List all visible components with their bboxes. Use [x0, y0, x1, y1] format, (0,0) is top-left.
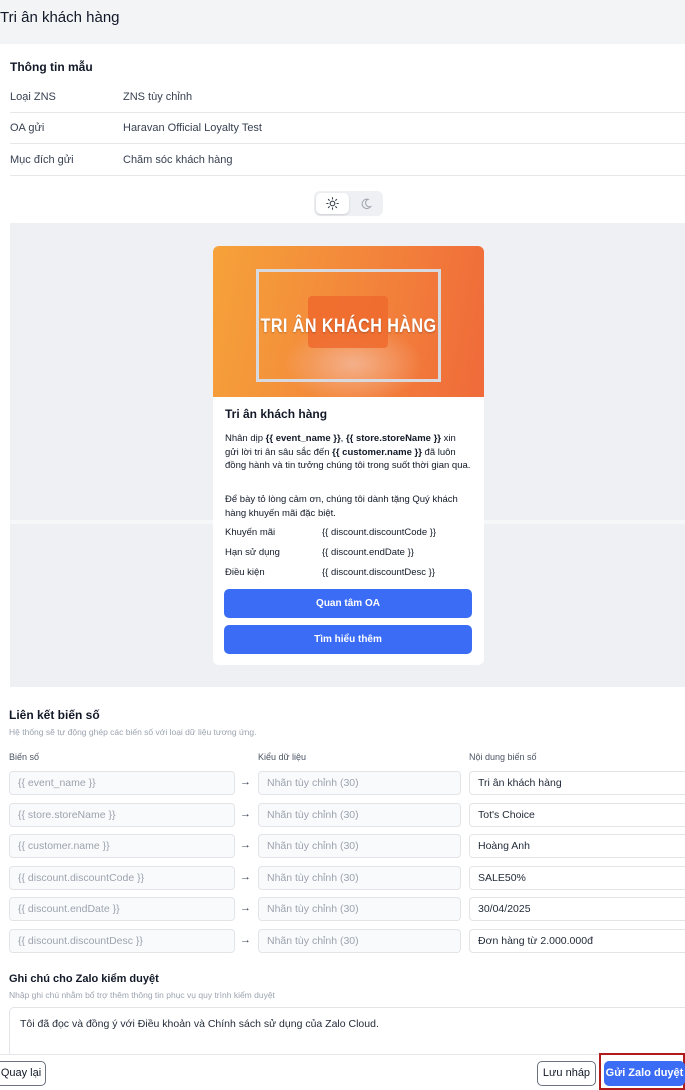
row-label: Điều kiện — [225, 567, 265, 578]
variable-content-input[interactable]: Tri ân khách hàng — [469, 771, 685, 795]
row-value: {{ discount.discountCode }} — [322, 527, 437, 538]
row-label: Khuyến mãi — [225, 527, 276, 538]
review-note-title: Ghi chú cho Zalo kiểm duyệt — [9, 973, 159, 985]
sun-icon — [326, 197, 339, 210]
info-value: Chăm sóc khách hàng — [123, 154, 233, 166]
var-customer-name: {{ customer.name }} — [332, 446, 422, 458]
theme-toggle — [314, 191, 383, 216]
preview-paragraph-2: Để bày tỏ lòng cảm ơn, chúng tôi dành tặ… — [225, 494, 458, 519]
variable-content-input[interactable]: Hoàng Anh — [469, 834, 685, 858]
save-draft-button[interactable]: Lưu nháp — [537, 1061, 596, 1086]
variable-content-input[interactable]: 30/04/2025 — [469, 897, 685, 921]
arrow-right-icon: → — [240, 871, 251, 883]
follow-oa-button[interactable]: Quan tâm OA — [224, 589, 472, 618]
variable-field: {{ customer.name }} — [9, 834, 235, 858]
message-preview-card: TRI ÂN KHÁCH HÀNG Tri ân khách hàng Nhân… — [213, 246, 484, 665]
variable-content-input[interactable]: Tot's Choice — [469, 803, 685, 827]
arrow-right-icon: → — [240, 839, 251, 851]
var-store-name: {{ store.storeName }} — [345, 433, 441, 444]
column-header-type: Kiểu dữ liệu — [258, 752, 307, 762]
data-type-select[interactable]: Nhãn tùy chỉnh (30) — [258, 771, 461, 795]
arrow-right-icon: → — [240, 902, 251, 914]
arrow-right-icon: → — [240, 934, 251, 946]
variable-link-subtitle: Hệ thống sẽ tự động ghép các biến số với… — [9, 727, 257, 737]
arrow-right-icon: → — [240, 808, 251, 820]
data-type-select[interactable]: Nhãn tùy chỉnh (30) — [258, 897, 461, 921]
page-title: Tri ân khách hàng — [0, 9, 120, 26]
info-row-purpose: Mục đích gửi Chăm sóc khách hàng — [10, 145, 685, 176]
data-type-select[interactable]: Nhãn tùy chỉnh (30) — [258, 834, 461, 858]
variable-content-input[interactable]: Đơn hàng từ 2.000.000đ — [469, 929, 685, 953]
data-type-select[interactable]: Nhãn tùy chỉnh (30) — [258, 866, 461, 890]
info-label: Loại ZNS — [10, 91, 56, 103]
preview-title: Tri ân khách hàng — [225, 407, 328, 421]
review-note-textarea[interactable]: Tôi đã đọc và đồng ý với Điều khoản và C… — [9, 1007, 685, 1057]
info-value: Haravan Official Loyalty Test — [123, 122, 262, 134]
dark-mode-button[interactable] — [349, 193, 382, 214]
row-value: {{ discount.discountDesc }} — [322, 567, 436, 578]
row-value: {{ discount.endDate }} — [322, 547, 414, 558]
variable-field: {{ discount.discountDesc }} — [9, 929, 235, 953]
variable-content-input[interactable]: SALE50% — [469, 866, 685, 890]
banner-image: TRI ÂN KHÁCH HÀNG — [213, 246, 484, 397]
banner-text: TRI ÂN KHÁCH HÀNG — [260, 316, 437, 337]
info-label: Mục đích gửi — [10, 154, 74, 166]
variable-field: {{ discount.endDate }} — [9, 897, 235, 921]
learn-more-button[interactable]: Tìm hiểu thêm — [224, 625, 472, 654]
variable-link-title: Liên kết biến số — [9, 708, 100, 722]
text: Nhân dịp — [225, 433, 266, 444]
info-value: ZNS tùy chỉnh — [123, 91, 193, 103]
arrow-right-icon: → — [240, 776, 251, 788]
info-row-oa: OA gửi Haravan Official Loyalty Test — [10, 113, 685, 144]
info-label: OA gửi — [10, 122, 45, 134]
zns-template-page: Tri ân khách hàng Thông tin mẫu Loại ZNS… — [0, 0, 685, 1090]
variable-field: {{ discount.discountCode }} — [9, 866, 235, 890]
variable-field: {{ event_name }} — [9, 771, 235, 795]
row-label: Hạn sử dụng — [225, 547, 280, 558]
template-info-title: Thông tin mẫu — [10, 60, 93, 74]
submit-zalo-review-button[interactable]: Gửi Zalo duyệt — [604, 1061, 685, 1086]
column-header-variable: Biến số — [9, 752, 40, 762]
review-note-subtitle: Nhập ghi chú nhằm bổ trợ thêm thông tin … — [9, 990, 275, 1000]
moon-icon — [361, 198, 372, 210]
variable-field: {{ store.storeName }} — [9, 803, 235, 827]
back-button[interactable]: Quay lại — [0, 1061, 46, 1086]
data-type-select[interactable]: Nhãn tùy chỉnh (30) — [258, 803, 461, 827]
info-row-zns-type: Loại ZNS ZNS tùy chỉnh — [10, 82, 685, 113]
data-type-select[interactable]: Nhãn tùy chỉnh (30) — [258, 929, 461, 953]
light-mode-button[interactable] — [316, 193, 349, 214]
var-event-name: {{ event_name }} — [265, 433, 341, 444]
column-header-content: Nội dung biến số — [469, 752, 537, 762]
overlay-divider — [0, 520, 685, 524]
preview-paragraph-1: Nhân dịp {{ event_name }}, {{ store.stor… — [225, 432, 472, 473]
